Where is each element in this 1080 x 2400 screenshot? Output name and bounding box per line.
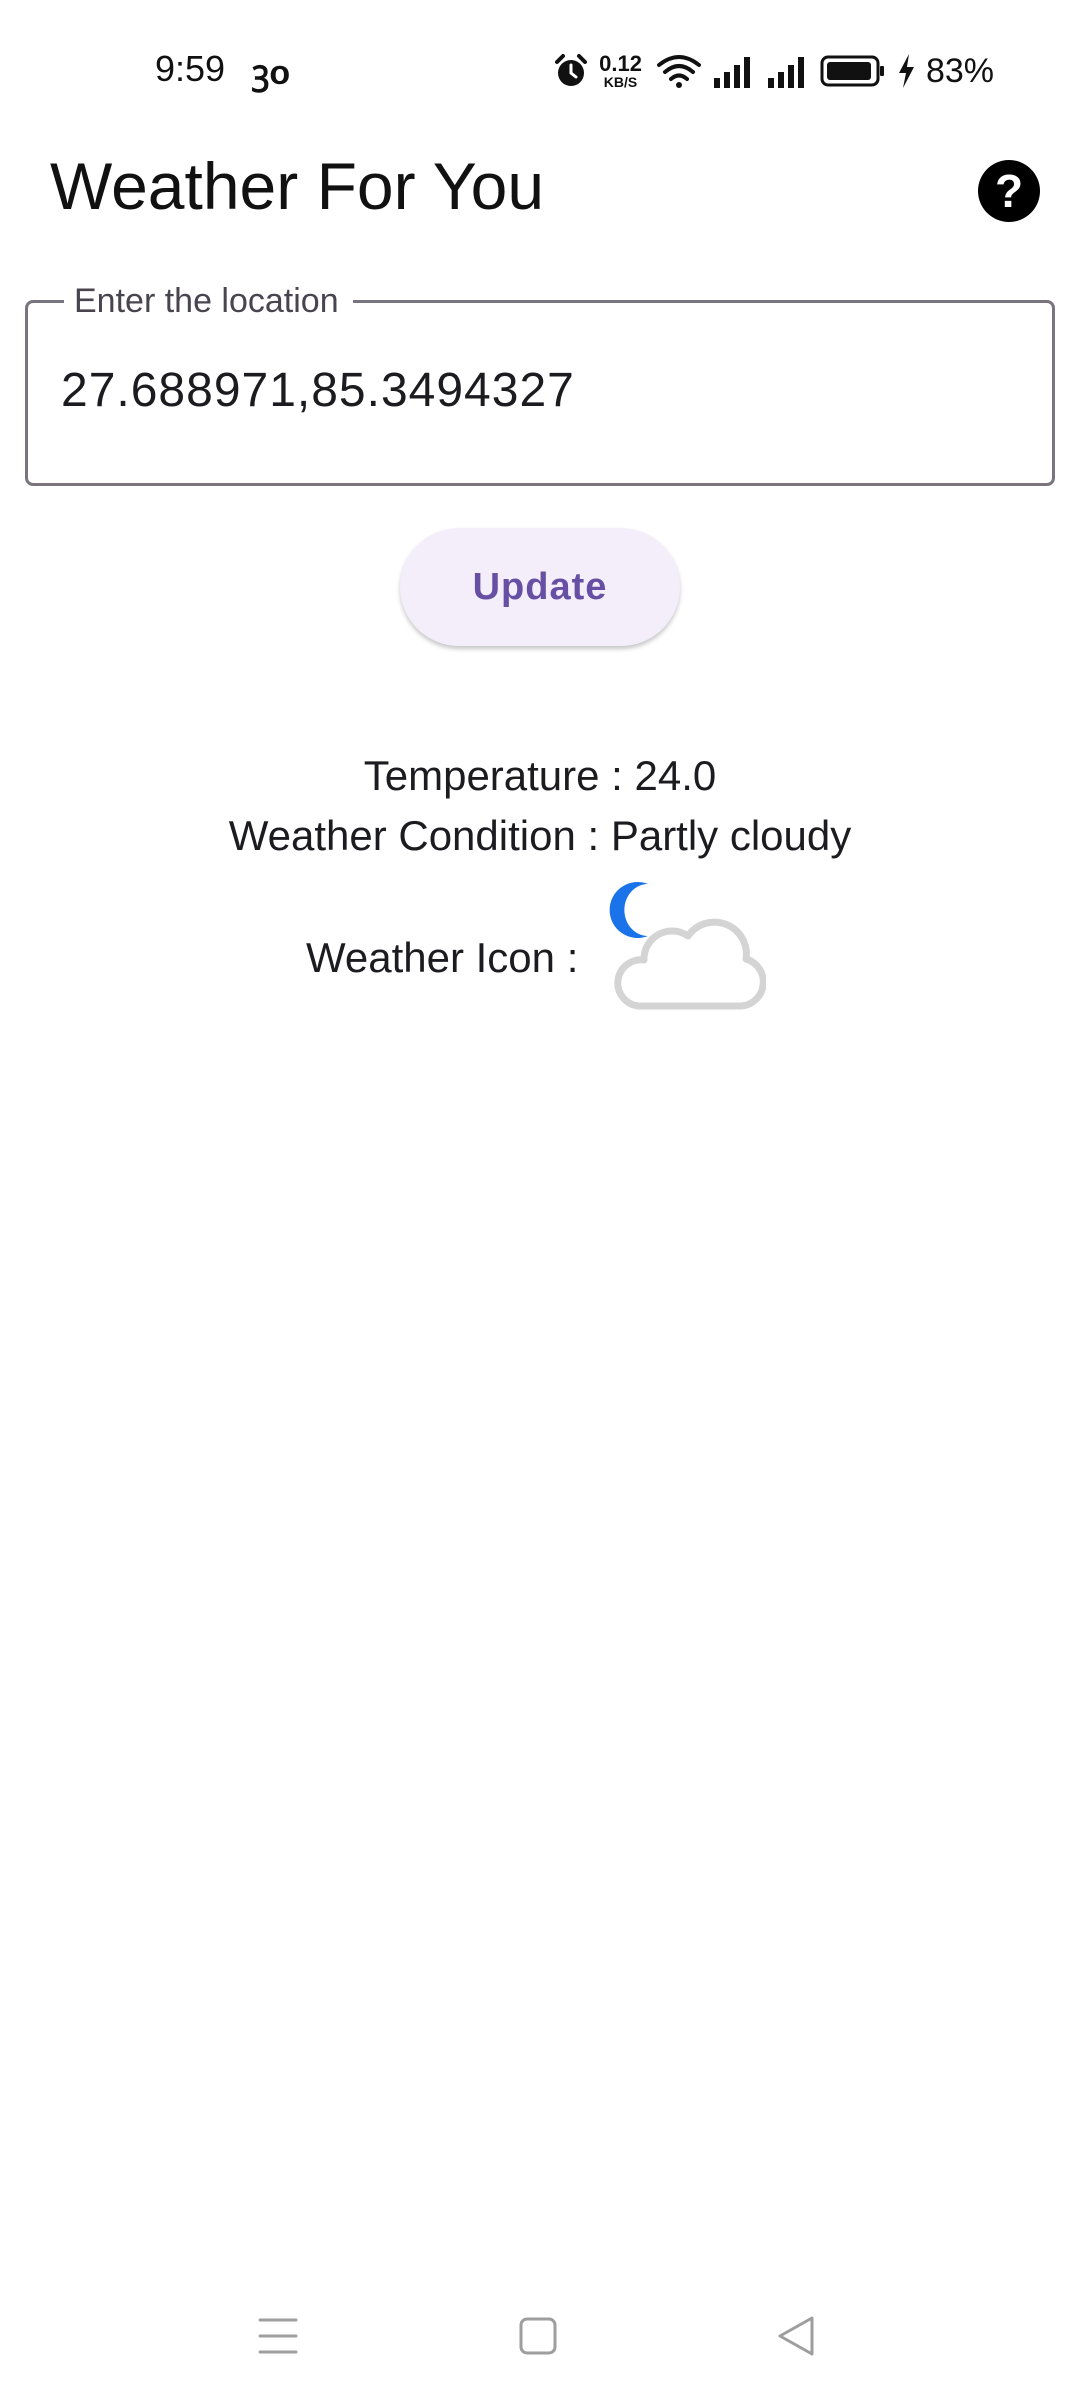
status-time: 9:59 <box>155 48 226 89</box>
status-notification-glyph: ꝫo <box>252 54 291 92</box>
location-input[interactable]: 27.688971,85.3494327 <box>61 363 575 418</box>
status-bar: 9:59 ꝫo 0.12 KB/S 83% <box>0 40 1080 100</box>
help-icon: ? <box>994 165 1024 217</box>
home-icon[interactable] <box>518 2314 558 2363</box>
system-nav-bar <box>0 2300 1080 2380</box>
battery-percent: 83% <box>925 51 994 90</box>
partly-cloudy-night-icon <box>596 874 768 1029</box>
weather-icon-row: Weather Icon : <box>306 874 768 1029</box>
net-speed-value: 0.12 <box>599 51 642 76</box>
app-title: Weather For You <box>50 149 545 223</box>
signal-icon <box>712 54 756 88</box>
signal-icon <box>766 54 810 88</box>
menu-icon[interactable] <box>258 2314 298 2363</box>
charging-icon <box>896 53 916 89</box>
net-speed: 0.12 KB/S <box>599 51 642 90</box>
back-icon[interactable] <box>776 2314 816 2363</box>
location-field[interactable]: Enter the location 27.688971,85.3494327 <box>25 279 1055 486</box>
temperature-text: Temperature : 24.0 <box>363 752 717 799</box>
status-icons: 0.12 KB/S 83% <box>553 46 994 96</box>
help-button[interactable]: ? <box>978 160 1040 222</box>
weather-icon-label: Weather Icon : <box>306 934 579 981</box>
weather-condition-text: Weather Condition : Partly cloudy <box>228 812 852 859</box>
wifi-icon <box>656 53 702 89</box>
alarm-icon <box>553 53 589 89</box>
update-button[interactable]: Update <box>400 528 680 646</box>
location-field-label: Enter the location <box>64 279 353 323</box>
battery-icon <box>820 55 886 87</box>
screen: 9:59 ꝫo 0.12 KB/S 83% Weather For You ? … <box>0 0 1080 2400</box>
net-speed-unit: KB/S <box>603 74 638 90</box>
